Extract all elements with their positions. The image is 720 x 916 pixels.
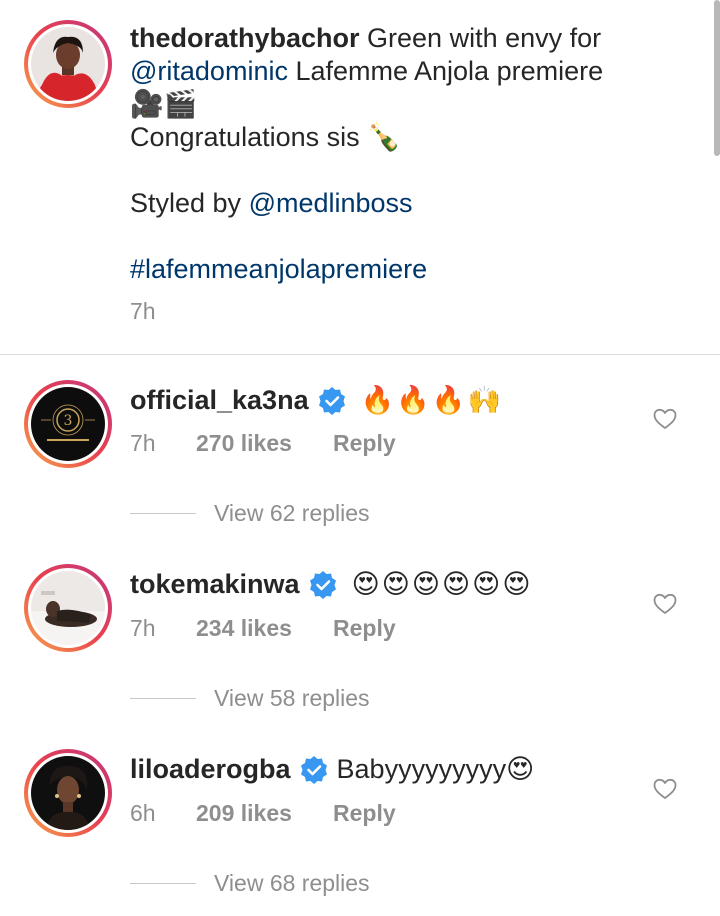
comment-body: official_ka3na 🔥🔥🔥🙌 [130, 384, 503, 417]
caption-styled-prefix: Styled by [130, 188, 249, 218]
svg-text:3: 3 [64, 413, 73, 429]
caption-author-avatar[interactable] [24, 20, 112, 108]
replies-divider-line [130, 698, 196, 699]
comment-meta: 7h 270 likes Reply [130, 430, 396, 457]
comment-likes[interactable]: 234 likes [196, 615, 333, 642]
replies-divider-line [130, 883, 196, 884]
verified-badge-icon [317, 386, 347, 416]
comment-body: tokemakinwa 😍😍😍😍😍😍 [130, 568, 532, 601]
comment-avatar[interactable] [24, 749, 112, 837]
reply-button[interactable]: Reply [333, 615, 396, 642]
comment-username[interactable]: official_ka3na [130, 384, 309, 417]
comment-meta: 6h 209 likes Reply [130, 800, 396, 827]
comment-meta: 7h 234 likes Reply [130, 615, 396, 642]
comment-timestamp: 7h [130, 615, 156, 641]
view-replies-label: View 68 replies [214, 870, 370, 896]
caption-text-part: Green with envy for [359, 23, 602, 53]
comment-avatar[interactable]: 3 [24, 380, 112, 468]
comment-username[interactable]: tokemakinwa [130, 568, 300, 601]
view-replies-button[interactable]: View 68 replies [130, 870, 370, 897]
ka3na-logo-avatar-icon: 3 [31, 387, 105, 461]
comments-screen: thedorathybachor Green with envy for @ri… [0, 0, 720, 916]
replies-divider-line [130, 513, 196, 514]
verified-badge-icon [308, 570, 338, 600]
verified-badge-icon [299, 755, 329, 785]
comment-likes[interactable]: 209 likes [196, 800, 333, 827]
view-replies-button[interactable]: View 58 replies [130, 685, 370, 712]
view-replies-button[interactable]: View 62 replies [130, 500, 370, 527]
scrollbar[interactable] [714, 0, 720, 156]
comment-timestamp: 6h [130, 800, 156, 826]
woman-red-dress-avatar-icon [31, 27, 105, 101]
caption-mention-medlinboss[interactable]: @medlinboss [249, 188, 413, 218]
post-caption: thedorathybachor Green with envy for @ri… [130, 22, 690, 286]
like-heart-icon[interactable] [652, 406, 678, 432]
caption-hashtag[interactable]: #lafemmeanjolapremiere [130, 254, 427, 284]
comment-text: 🔥🔥🔥🙌 [360, 385, 504, 415]
person-photo-avatar-icon [31, 571, 105, 645]
view-replies-label: View 62 replies [214, 500, 370, 526]
comment-text: Babyyyyyyyyy😍 [336, 754, 535, 784]
caption-emoji-line: 🎥🎬 [130, 89, 198, 119]
reply-button[interactable]: Reply [333, 430, 396, 457]
caption-text-part: Lafemme Anjola premiere [287, 56, 604, 86]
caption-mention-ritadominic[interactable]: @ritadominic [130, 56, 288, 86]
comment-avatar[interactable] [24, 564, 112, 652]
divider [0, 354, 720, 355]
comment-body: liloaderogba Babyyyyyyyyy😍 [130, 753, 534, 786]
caption-username[interactable]: thedorathybachor [130, 23, 360, 53]
view-replies-label: View 58 replies [214, 685, 370, 711]
like-heart-icon[interactable] [652, 591, 678, 617]
comment-text: 😍😍😍😍😍😍 [351, 569, 533, 599]
person-photo-avatar-icon [31, 756, 105, 830]
comment-username[interactable]: liloaderogba [130, 753, 291, 786]
caption-congrats: Congratulations sis 🍾 [130, 122, 401, 152]
caption-timestamp: 7h [130, 298, 156, 324]
comment-timestamp: 7h [130, 430, 156, 456]
comment-likes[interactable]: 270 likes [196, 430, 333, 457]
like-heart-icon[interactable] [652, 776, 678, 802]
reply-button[interactable]: Reply [333, 800, 396, 827]
